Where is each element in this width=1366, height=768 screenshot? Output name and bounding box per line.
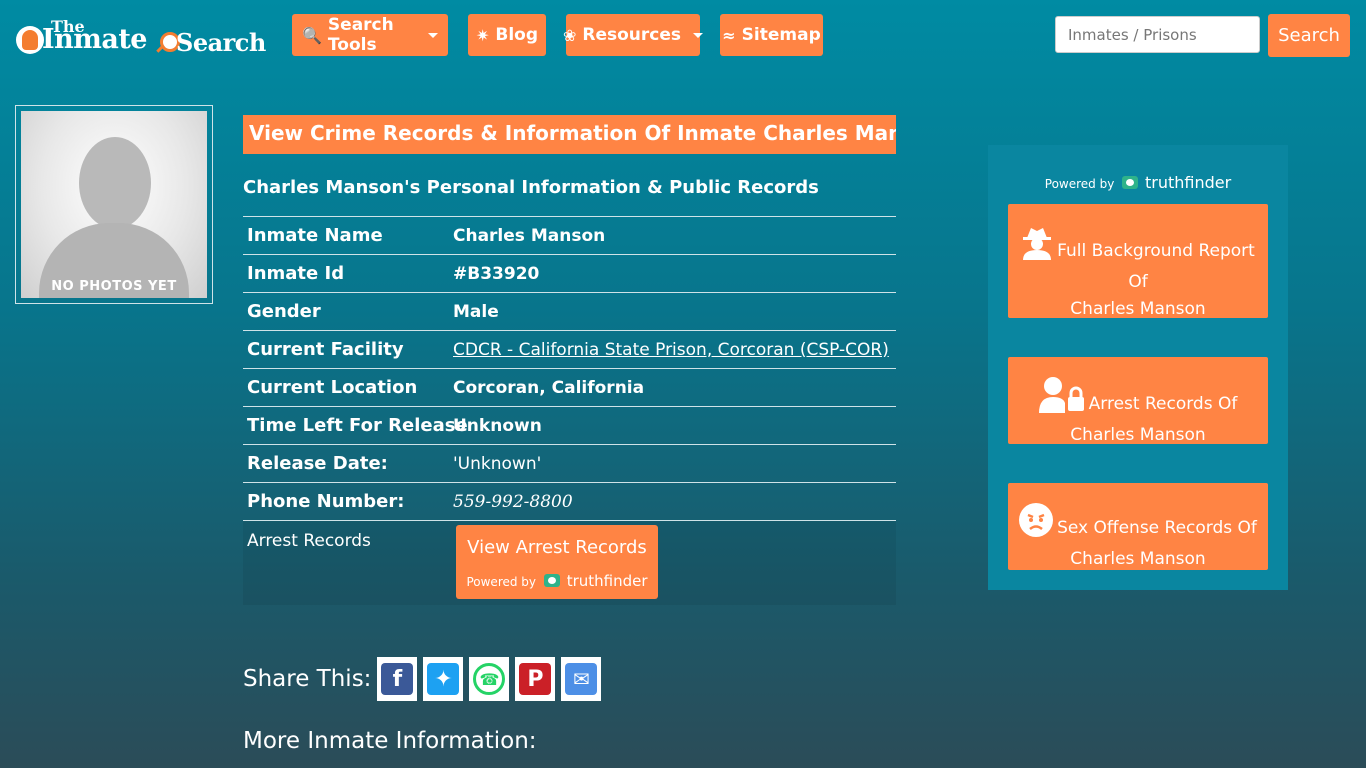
truthfinder-logo-icon — [1122, 176, 1139, 189]
nav-search-tools[interactable]: 🔍 Search Tools — [292, 14, 448, 56]
truthfinder-brand: truthfinder — [566, 572, 648, 590]
leaf-icon: ❀ — [562, 25, 577, 45]
nav-search-tools-label: Search Tools — [327, 15, 394, 55]
powered-by-truthfinder: Powered by truthfinder — [988, 173, 1288, 192]
full-background-line3: Charles Manson — [1070, 299, 1206, 319]
twitter-icon: ✦ — [427, 663, 460, 695]
side-btn-line: Sex Offense Records Of — [1008, 503, 1268, 546]
truthfinder-brand: truthfinder — [1145, 173, 1232, 192]
email-icon: ✉ — [565, 663, 598, 695]
sidebar-truthfinder: Powered by truthfinder Full Background R… — [988, 145, 1288, 590]
table-row: Time Left For Release Unknown — [243, 406, 896, 444]
search-magnifier-icon: 🔍 — [302, 25, 322, 45]
phone-number-value: 559-992-8800 — [453, 491, 573, 512]
inmate-id-value: #B33920 — [453, 263, 540, 284]
full-background-line2: Of — [1128, 272, 1148, 292]
view-arrest-records-button[interactable]: View Arrest Records Powered by truthfind… — [456, 525, 658, 599]
chevron-down-icon — [428, 32, 438, 38]
nav-resources-label: Resources — [582, 25, 682, 45]
search-input[interactable] — [1055, 16, 1260, 53]
table-row: Inmate Id #B33920 — [243, 254, 896, 292]
facility-link[interactable]: CDCR - California State Prison, Corcoran… — [453, 340, 889, 360]
arrest-records-line1: Arrest Records Of — [1088, 394, 1238, 414]
table-row: Phone Number: 559-992-8800 — [243, 482, 896, 520]
release-date-value: 'Unknown' — [453, 453, 542, 474]
row-label: Release Date: — [247, 453, 388, 474]
row-label: Inmate Name — [247, 225, 383, 246]
no-photo-label: NO PHOTOS YET — [51, 279, 177, 294]
inmate-photo-frame: NO PHOTOS YET — [15, 105, 213, 304]
facility-value: CDCR - California State Prison, Corcoran… — [453, 340, 889, 360]
inmate-name-value: Charles Manson — [453, 225, 606, 246]
share-facebook-button[interactable]: f — [377, 657, 418, 701]
user-lock-icon — [1038, 377, 1085, 422]
row-label: Current Facility — [247, 339, 404, 360]
pinterest-icon: P — [519, 663, 552, 695]
arrest-records-sidebar-button[interactable]: Arrest Records Of Charles Manson — [1008, 357, 1268, 445]
sex-offense-line2: Charles Manson — [1070, 549, 1206, 569]
sex-offense-records-button[interactable]: Sex Offense Records Of Charles Manson — [1008, 483, 1268, 570]
share-email-button[interactable]: ✉ — [561, 657, 602, 701]
row-label: Gender — [247, 301, 321, 322]
logo-text-search: Search — [176, 28, 266, 57]
table-row: Arrest Records View Arrest Records Power… — [243, 520, 896, 605]
powered-by-truthfinder: Powered by truthfinder — [456, 572, 658, 590]
blog-icon: ✷ — [475, 25, 490, 45]
table-row: Current Facility CDCR - California State… — [243, 330, 896, 368]
nav-resources[interactable]: ❀ Resources — [562, 14, 704, 56]
arrest-records-line2: Charles Manson — [1070, 425, 1206, 445]
table-row: Current Location Corcoran, California — [243, 368, 896, 406]
nav-blog-label: Blog — [495, 25, 539, 45]
header: The Inmate Search 🔍 Search Tools ✷ Blog … — [0, 0, 1366, 70]
share-pinterest-button[interactable]: P — [515, 657, 556, 701]
full-background-line1: Full Background Report — [1057, 241, 1255, 261]
chevron-down-icon — [693, 32, 704, 38]
sex-offense-line1: Sex Offense Records Of — [1057, 518, 1257, 538]
section-heading: Charles Manson's Personal Information & … — [243, 177, 819, 198]
angry-face-icon — [1019, 503, 1054, 546]
nav-sitemap[interactable]: ≈ Sitemap — [720, 14, 823, 56]
time-left-value: Unknown — [453, 415, 542, 436]
powered-by-label: Powered by — [466, 575, 537, 589]
view-arrest-records-label: View Arrest Records — [467, 537, 647, 558]
row-label: Current Location — [247, 377, 418, 398]
inmate-person-icon — [16, 26, 44, 54]
table-row: Gender Male — [243, 292, 896, 330]
share-twitter-button[interactable]: ✦ — [423, 657, 464, 701]
nav-sitemap-label: Sitemap — [741, 25, 821, 45]
row-label: Phone Number: — [247, 491, 405, 512]
side-btn-line: Full Background Report — [1008, 226, 1268, 269]
nav-blog[interactable]: ✷ Blog — [468, 14, 546, 56]
powered-by-label: Powered by — [1044, 177, 1115, 191]
share-bar: Share This: f ✦ ☎ P ✉ — [243, 656, 607, 702]
location-value: Corcoran, California — [453, 377, 645, 398]
side-btn-line: Arrest Records Of — [1008, 377, 1268, 422]
full-background-report-button[interactable]: Full Background Report Of Charles Manson — [1008, 204, 1268, 319]
row-label: Time Left For Release — [247, 415, 468, 436]
info-table: Inmate Name Charles Manson Inmate Id #B3… — [243, 216, 896, 605]
silhouette-head-icon — [79, 137, 151, 229]
inmate-photo-placeholder: NO PHOTOS YET — [21, 111, 207, 298]
share-label: Share This: — [243, 666, 372, 692]
rss-icon: ≈ — [722, 25, 736, 45]
arrest-records-label: Arrest Records — [247, 531, 371, 551]
logo-text-inmate: Inmate — [42, 24, 147, 55]
table-row: Release Date: 'Unknown' — [243, 444, 896, 482]
site-logo[interactable]: The Inmate Search — [14, 14, 270, 60]
table-row: Inmate Name Charles Manson — [243, 216, 896, 254]
gender-value: Male — [453, 301, 499, 322]
search-button[interactable]: Search — [1268, 14, 1350, 57]
row-label: Inmate Id — [247, 263, 345, 284]
spy-icon — [1021, 226, 1053, 269]
share-whatsapp-button[interactable]: ☎ — [469, 657, 510, 701]
truthfinder-logo-icon — [543, 574, 560, 587]
page-title: View Crime Records & Information Of Inma… — [243, 115, 896, 154]
whatsapp-icon: ☎ — [473, 663, 506, 695]
facebook-icon: f — [381, 663, 414, 695]
more-info-heading: More Inmate Information: — [243, 728, 537, 754]
